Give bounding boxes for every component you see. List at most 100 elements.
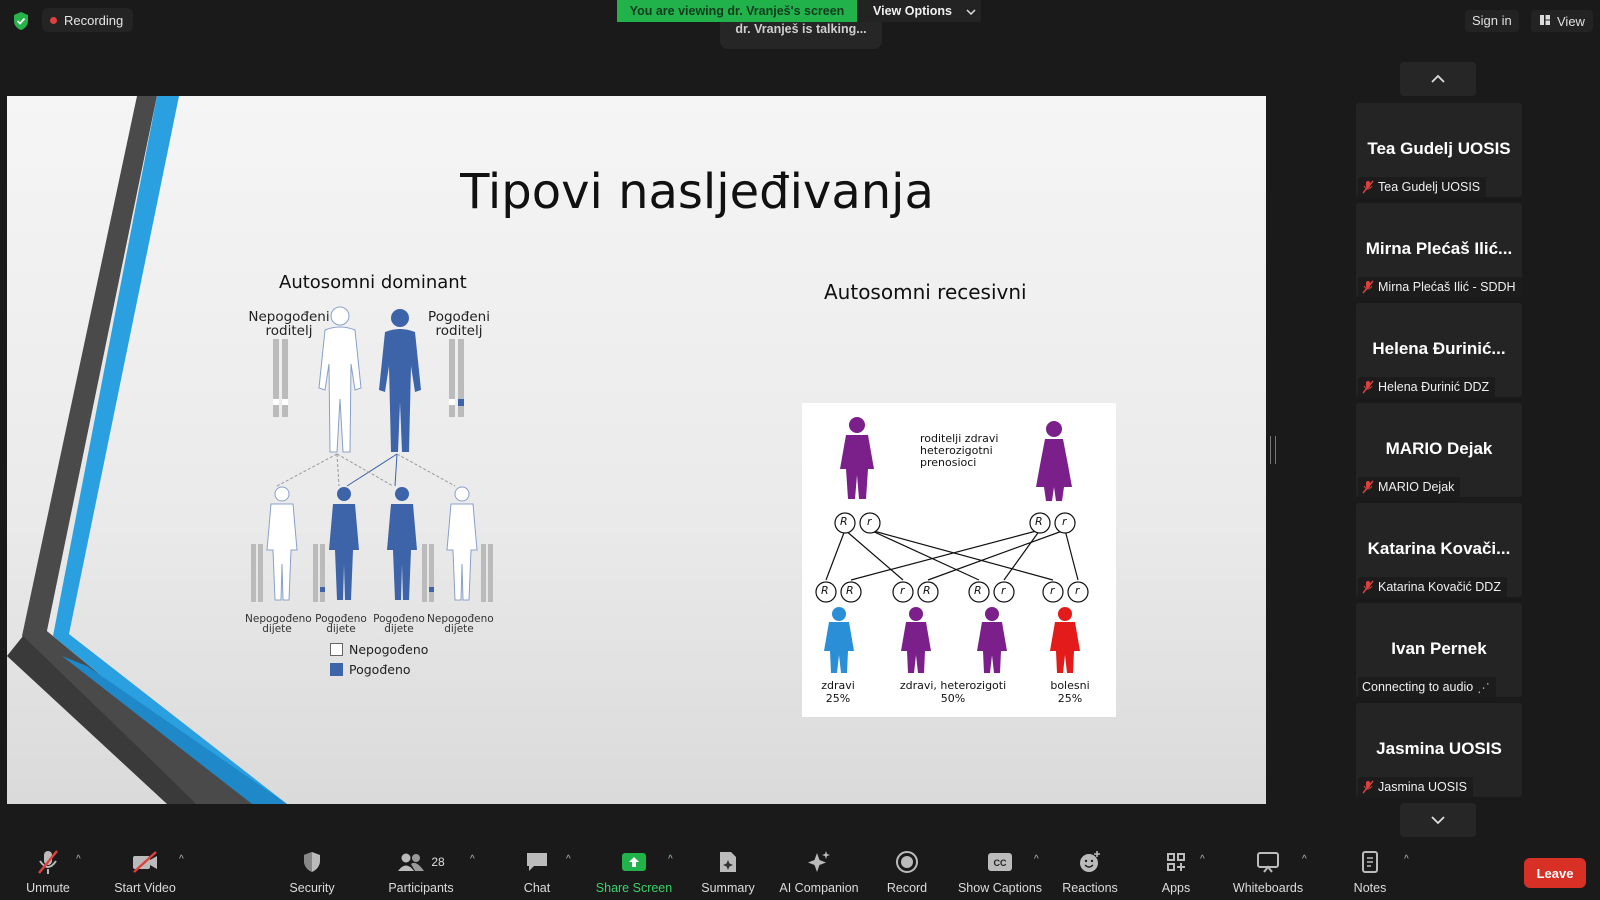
chat-button[interactable]: Chat xyxy=(512,848,562,895)
child-label-1: Nepogođeno dijete xyxy=(245,613,312,635)
participants-options-caret-icon[interactable]: ^ xyxy=(470,854,475,865)
child-figure-carrier-1 xyxy=(901,607,931,673)
ai-companion-button[interactable]: AI Companion xyxy=(774,848,864,895)
captions-options-caret-icon[interactable]: ^ xyxy=(1034,854,1039,865)
security-button[interactable]: Security xyxy=(282,848,342,895)
whiteboard-icon xyxy=(1257,852,1279,873)
notes-icon xyxy=(1362,851,1378,873)
apps-options-caret-icon[interactable]: ^ xyxy=(1200,854,1205,865)
apps-label: Apps xyxy=(1161,881,1191,895)
apps-button[interactable]: Apps xyxy=(1154,848,1198,895)
child-figure-4 xyxy=(446,486,478,601)
participant-tile[interactable]: Jasmina UOSIS Jasmina UOSIS xyxy=(1356,703,1522,797)
summary-button[interactable]: Summary xyxy=(698,848,758,895)
allele-label: R xyxy=(923,584,931,597)
participant-display-name: Ivan Pernek xyxy=(1391,639,1487,658)
participant-tile[interactable]: Mirna Plećaš Ilić... Mirna Plećaš Ilić -… xyxy=(1356,203,1522,297)
chevron-up-icon xyxy=(1431,74,1445,83)
participant-tile[interactable]: Tea Gudelj UOSIS Tea Gudelj UOSIS xyxy=(1356,103,1522,197)
chevron-down-icon xyxy=(1431,816,1445,825)
view-options-button[interactable]: View Options xyxy=(857,0,981,22)
allele-label: r xyxy=(1062,515,1067,528)
panel-resize-handle[interactable] xyxy=(1270,436,1276,464)
recording-indicator[interactable]: Recording xyxy=(42,8,134,32)
show-captions-button[interactable]: CC Show Captions xyxy=(954,848,1046,895)
participant-display-name: Mirna Plećaš Ilić... xyxy=(1365,239,1513,258)
dominant-heading: Autosomni dominant xyxy=(279,272,467,293)
view-button[interactable]: View xyxy=(1531,10,1593,32)
chevron-down-icon xyxy=(966,4,976,18)
participants-button[interactable]: 28 Participants xyxy=(380,848,462,895)
participant-tile[interactable]: Ivan Pernek Connecting to audio ⋰ xyxy=(1356,603,1522,697)
child-figure-3 xyxy=(387,487,417,600)
muted-mic-icon xyxy=(1362,780,1374,794)
chat-icon xyxy=(527,853,547,871)
share-screen-icon xyxy=(622,853,646,871)
scroll-up-button[interactable] xyxy=(1400,62,1476,96)
participant-tile[interactable]: MARIO Dejak MARIO Dejak xyxy=(1356,403,1522,497)
muted-mic-icon xyxy=(1362,380,1374,394)
allele-label: R xyxy=(846,584,854,597)
parent-figure-right xyxy=(1036,421,1072,501)
participants-count: 28 xyxy=(431,855,445,869)
allele-label: r xyxy=(900,584,905,597)
screen-share-banner: You are viewing dr. Vranješ's screen xyxy=(617,0,857,22)
recording-dot-icon xyxy=(50,16,57,24)
whiteboards-button[interactable]: Whiteboards xyxy=(1228,848,1308,895)
reactions-button[interactable]: Reactions xyxy=(1060,848,1120,895)
allele-label: R xyxy=(1035,515,1043,528)
participant-display-name: MARIO Dejak xyxy=(1385,439,1493,458)
slide-title: Tipovi nasljeđivanja xyxy=(460,164,934,220)
svg-text:CC: CC xyxy=(994,858,1007,868)
dominant-inheritance-diagram xyxy=(251,306,493,602)
participant-tile[interactable]: Helena Đurinić... Helena Đurinić DDZ xyxy=(1356,303,1522,397)
participant-name-label: Tea Gudelj UOSIS xyxy=(1378,180,1481,194)
video-options-caret-icon[interactable]: ^ xyxy=(179,854,184,865)
unmute-button[interactable]: Unmute xyxy=(18,848,78,895)
participant-nameplate: Tea Gudelj UOSIS xyxy=(1358,177,1487,197)
start-video-button[interactable]: Start Video xyxy=(110,848,180,895)
reactions-label: Reactions xyxy=(1062,881,1118,895)
scroll-down-button[interactable] xyxy=(1400,803,1476,837)
security-shield-icon[interactable] xyxy=(12,11,30,31)
allele-label: R xyxy=(821,584,829,597)
participant-nameplate: MARIO Dejak xyxy=(1358,477,1461,497)
leave-button[interactable]: Leave xyxy=(1524,858,1586,888)
outcome-carriers: zdravi, heterozigoti 50% xyxy=(888,679,1018,705)
allele-label: r xyxy=(1050,584,1055,597)
ai-sparkle-icon xyxy=(808,851,830,872)
affected-parent-label: Pogođeni roditelj xyxy=(428,309,490,339)
child-label-2: Pogođeno dijete xyxy=(315,613,367,635)
muted-mic-icon xyxy=(38,850,58,874)
notes-button[interactable]: Notes xyxy=(1345,848,1395,895)
participant-nameplate: Helena Đurinić DDZ xyxy=(1358,377,1496,397)
connecting-dots-icon: ⋰ xyxy=(1477,680,1490,695)
outcome-sick: bolesni 25% xyxy=(1038,679,1102,705)
view-options-label: View Options xyxy=(873,4,952,18)
audio-options-caret-icon[interactable]: ^ xyxy=(76,854,81,865)
sign-in-button[interactable]: Sign in xyxy=(1465,10,1519,32)
recording-label: Recording xyxy=(64,12,124,28)
share-screen-label: Share Screen xyxy=(595,881,673,895)
record-label: Record xyxy=(886,881,928,895)
parent-figure-left xyxy=(840,417,874,499)
active-speaker-label: dr. Vranješ is talking... xyxy=(735,22,867,36)
child-figure-healthy xyxy=(824,607,854,673)
view-label: View xyxy=(1557,13,1585,29)
record-icon xyxy=(896,851,918,873)
participant-tile[interactable]: Katarina Kovači... Katarina Kovačić DDZ xyxy=(1356,503,1522,597)
record-button[interactable]: Record xyxy=(882,848,932,895)
whiteboards-options-caret-icon[interactable]: ^ xyxy=(1302,854,1307,865)
share-screen-button[interactable]: Share Screen xyxy=(594,848,674,895)
participant-nameplate: Jasmina UOSIS xyxy=(1358,777,1473,797)
whiteboards-label: Whiteboards xyxy=(1232,881,1304,895)
share-options-caret-icon[interactable]: ^ xyxy=(668,854,673,865)
parent-chromosomes-left xyxy=(273,339,288,417)
participant-name-label: Connecting to audio xyxy=(1362,680,1474,694)
outcome-sick-label: bolesni xyxy=(1050,679,1090,692)
ai-companion-label: AI Companion xyxy=(779,881,859,895)
chat-options-caret-icon[interactable]: ^ xyxy=(566,854,571,865)
notes-label: Notes xyxy=(1353,881,1387,895)
notes-options-caret-icon[interactable]: ^ xyxy=(1404,854,1409,865)
shared-screen-slide: Tipovi nasljeđivanja Autosomni dominant … xyxy=(7,96,1266,804)
